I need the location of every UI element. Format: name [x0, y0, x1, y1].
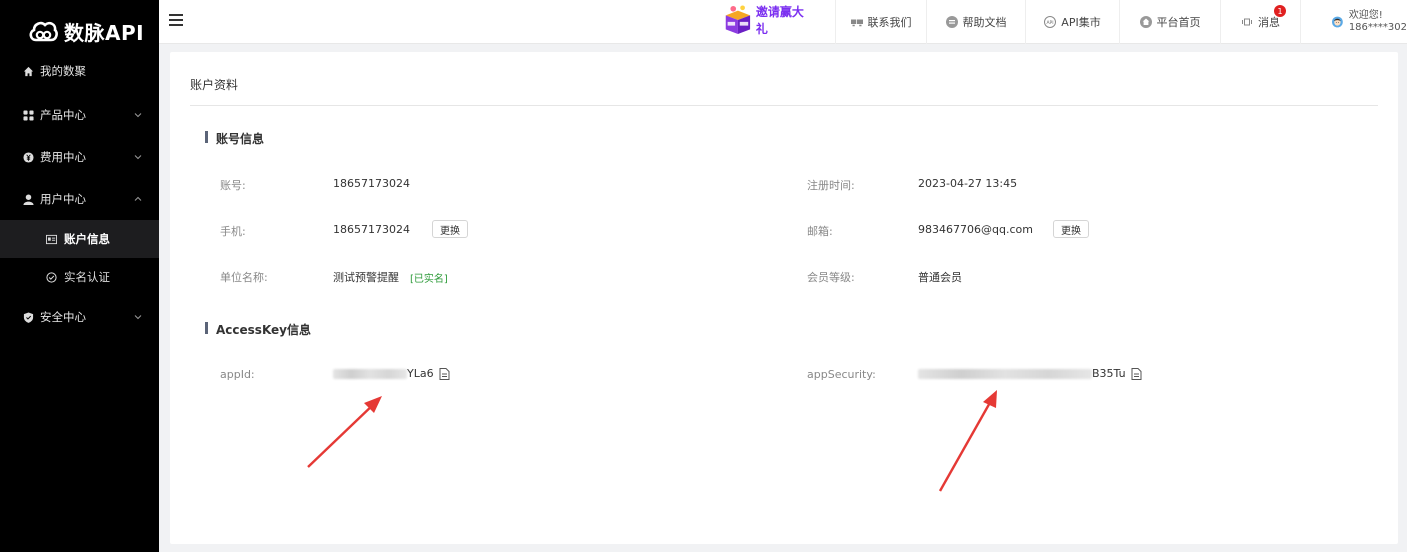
appsecurity-masked — [918, 368, 1092, 379]
verified-badge: [已实名] — [410, 273, 448, 285]
phone-row: 18657173024 更换 — [333, 220, 468, 238]
email-value: 983467706@qq.com — [918, 222, 1033, 236]
header-help-docs[interactable]: 帮助文档 — [926, 0, 1025, 44]
account-section-title: 账号信息 — [205, 130, 264, 147]
promo-label: 邀请赢大礼 — [755, 5, 804, 36]
change-email-button[interactable]: 更换 — [1052, 220, 1089, 238]
header-nav-label: API集市 — [1061, 16, 1101, 29]
sidebar-item-label: 产品中心 — [40, 108, 86, 122]
copy-icon[interactable] — [439, 367, 450, 380]
appid-visible: YLa6 — [407, 367, 434, 380]
company-row: 测试预警提醒 [已实名] — [333, 269, 448, 285]
sidebar-item-label: 账户信息 — [64, 232, 110, 246]
user-greeting: 欢迎您! — [1348, 10, 1383, 21]
appsecurity-row: B35Tu — [918, 367, 1142, 380]
phone-value: 18657173024 — [333, 222, 410, 236]
company-label: 单位名称: — [220, 271, 268, 284]
cloud-logo-icon — [29, 21, 58, 42]
top-header: 邀请赢大礼 联系我们 帮助文档 API API集市 平台首页 消息 1 欢迎您!… — [159, 0, 1407, 44]
appsecurity-label: appSecurity: — [807, 368, 876, 381]
sidebar-item-label: 安全中心 — [40, 310, 86, 324]
sidebar-item-label: 费用中心 — [40, 150, 86, 164]
header-platform-home[interactable]: 平台首页 — [1119, 0, 1220, 44]
header-nav-label: 联系我们 — [867, 16, 912, 29]
sidebar-item-label: 我的数聚 — [40, 64, 86, 78]
api-market-icon: API — [1044, 16, 1057, 28]
header-messages[interactable]: 消息 1 — [1220, 0, 1300, 44]
sidebar-item-product-center[interactable]: 产品中心 — [0, 94, 159, 136]
user-menu[interactable]: 欢迎您! 186****302 — [1300, 0, 1407, 44]
sidebar: 数脉API 我的数聚 产品中心 费用中心 用户中心 账户信息 实名认证 安全中心 — [0, 0, 159, 552]
chevron-down-icon — [134, 315, 142, 320]
gift-box-icon — [725, 5, 751, 35]
accesskey-section-title: AccessKey信息 — [205, 321, 311, 338]
appid-masked — [333, 368, 407, 379]
email-label: 邮箱: — [807, 225, 833, 238]
invite-promo-banner[interactable]: 邀请赢大礼 — [722, 2, 812, 38]
user-icon — [22, 193, 34, 205]
svg-text:API: API — [1047, 20, 1054, 26]
message-icon — [1241, 16, 1253, 28]
check-circle-icon — [46, 271, 58, 283]
copy-icon[interactable] — [1131, 367, 1142, 380]
register-time-label: 注册时间: — [807, 179, 855, 192]
message-count-badge: 1 — [1274, 5, 1286, 17]
id-card-icon — [46, 233, 58, 245]
logo-text: 数脉API — [64, 20, 145, 45]
member-level-label: 会员等级: — [807, 271, 855, 284]
user-phone: 186****302 — [1348, 22, 1407, 33]
shield-icon — [22, 311, 34, 323]
sidebar-item-my-data[interactable]: 我的数聚 — [0, 50, 159, 92]
title-divider — [190, 105, 1378, 106]
change-phone-button[interactable]: 更换 — [431, 220, 468, 238]
email-row: 983467706@qq.com 更换 — [918, 220, 1089, 238]
page-title: 账户资料 — [190, 78, 239, 92]
sidebar-item-user-center[interactable]: 用户中心 — [0, 178, 159, 220]
home-icon — [1139, 16, 1152, 28]
contact-icon — [850, 16, 863, 28]
yen-icon — [22, 151, 34, 163]
appid-label: appId: — [220, 368, 255, 381]
sidebar-item-billing-center[interactable]: 费用中心 — [0, 136, 159, 178]
header-nav-label: 帮助文档 — [962, 16, 1007, 29]
appsecurity-visible: B35Tu — [1092, 367, 1126, 380]
appid-row: YLa6 — [333, 367, 450, 380]
chevron-down-icon — [134, 113, 142, 118]
user-info: 欢迎您! 186****302 — [1349, 10, 1407, 34]
sidebar-item-label: 实名认证 — [64, 270, 110, 284]
sidebar-item-real-name-auth[interactable]: 实名认证 — [0, 258, 159, 296]
menu-toggle-icon[interactable] — [169, 14, 183, 26]
header-nav-label: 平台首页 — [1156, 16, 1201, 29]
account-value: 18657173024 — [333, 177, 410, 190]
help-doc-icon — [945, 16, 958, 28]
account-label: 账号: — [220, 179, 246, 192]
sidebar-item-account-info[interactable]: 账户信息 — [0, 220, 159, 258]
phone-label: 手机: — [220, 225, 246, 238]
register-time-value: 2023-04-27 13:45 — [918, 177, 1018, 190]
home-icon — [22, 65, 34, 77]
sidebar-item-label: 用户中心 — [40, 192, 86, 206]
avatar — [1332, 16, 1343, 28]
sidebar-item-security-center[interactable]: 安全中心 — [0, 296, 159, 338]
account-profile-card: 账户资料 账号信息 账号: 18657173024 注册时间: 2023-04-… — [170, 52, 1398, 544]
header-contact-us[interactable]: 联系我们 — [835, 0, 926, 44]
grid-icon — [22, 109, 34, 121]
header-api-market[interactable]: API API集市 — [1025, 0, 1119, 44]
chevron-up-icon — [134, 196, 142, 201]
company-value: 测试预警提醒 — [333, 271, 399, 284]
chevron-down-icon — [134, 155, 142, 160]
member-level-value: 普通会员 — [918, 271, 962, 284]
